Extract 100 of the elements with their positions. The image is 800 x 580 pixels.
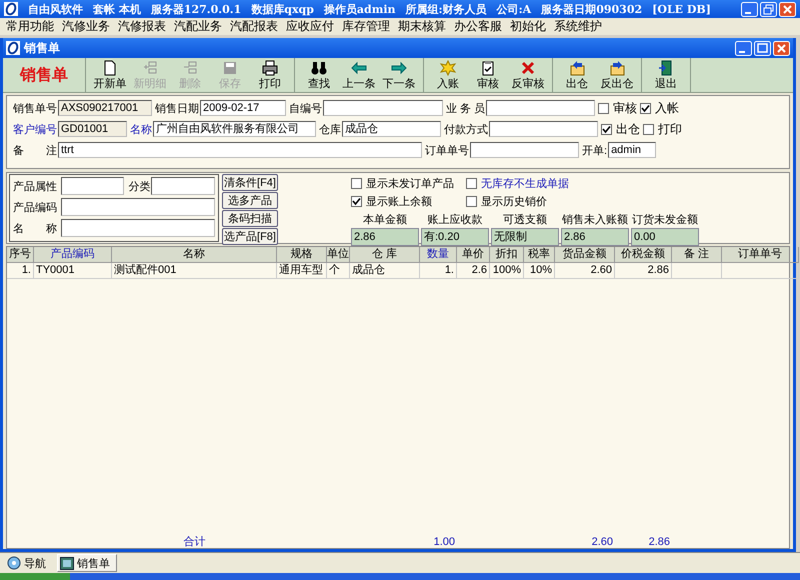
total-cell-text: 合计: [182, 536, 206, 548]
restore-icon[interactable]: [760, 2, 777, 16]
column-header[interactable]: 产品编码: [34, 247, 112, 263]
input-field[interactable]: admin: [608, 142, 656, 158]
table-cell: 1.: [7, 263, 34, 279]
title-text: 自由风软件: [28, 2, 83, 16]
close-icon[interactable]: [779, 2, 796, 16]
input-field[interactable]: [486, 100, 596, 116]
field-link[interactable]: 名称: [130, 122, 152, 136]
input-field[interactable]: ttrt: [58, 142, 422, 158]
toolbar-button[interactable]: 入账: [428, 58, 468, 92]
field-label: 开单:: [582, 144, 608, 158]
toolbar-button[interactable]: 审核: [468, 58, 508, 92]
checkbox[interactable]: [601, 124, 612, 134]
menu-item[interactable]: 汽配报表: [226, 18, 282, 35]
column-header[interactable]: 规格: [277, 247, 327, 263]
logo-icon: [6, 41, 20, 55]
toolbar-button[interactable]: 开新单: [90, 58, 130, 92]
input-field[interactable]: [61, 177, 124, 195]
minimize-icon[interactable]: [741, 2, 758, 16]
summary-label: 销售未入账额: [561, 212, 629, 227]
column-header[interactable]: 数量: [420, 247, 457, 263]
input-field[interactable]: [323, 100, 443, 116]
toolbar-button[interactable]: 退出: [646, 58, 686, 92]
input-field[interactable]: 成品仓: [342, 121, 441, 137]
checkbox[interactable]: [466, 178, 477, 189]
input-field[interactable]: [489, 121, 598, 137]
column-header[interactable]: 单位: [327, 247, 350, 263]
close-icon[interactable]: [773, 40, 790, 56]
column-header[interactable]: 货品金额: [555, 247, 615, 263]
input-field[interactable]: 广州自由风软件服务有限公司: [153, 121, 316, 137]
summary-label: 订货未发金额: [631, 212, 699, 227]
toolbar-button[interactable]: 查找: [299, 58, 339, 92]
summary-value: 有:0.20: [421, 228, 489, 246]
input-field[interactable]: [61, 198, 215, 216]
filter-button[interactable]: 选多产品: [222, 192, 278, 209]
maximize-icon[interactable]: [754, 40, 771, 56]
field-link[interactable]: 客户编号: [13, 122, 57, 136]
input-field[interactable]: 2009-02-17: [200, 100, 286, 116]
box-arrow-icon: [608, 60, 626, 76]
toolbar-button[interactable]: 出仓: [557, 58, 597, 92]
menu-item[interactable]: 汽修报表: [114, 18, 170, 35]
column-header[interactable]: 仓 库: [350, 247, 420, 263]
checkbox[interactable]: [351, 196, 362, 207]
input-field[interactable]: [61, 219, 215, 237]
toolbar-button[interactable]: 打印: [250, 58, 290, 92]
checkbox[interactable]: [640, 102, 652, 114]
column-header[interactable]: 名称: [112, 247, 277, 263]
toolbar-button[interactable]: 下一条: [379, 58, 419, 92]
input-field[interactable]: GD01001: [58, 121, 127, 137]
filter-button[interactable]: 条码扫描: [222, 210, 278, 227]
menu-item[interactable]: 库存管理: [338, 18, 394, 35]
table-cell: 测试配件001: [112, 263, 277, 279]
toolbar-button[interactable]: 反审核: [508, 58, 548, 92]
table-cell: 2.60: [555, 263, 615, 279]
column-header[interactable]: 单价: [457, 247, 490, 263]
checkbox[interactable]: [643, 124, 654, 134]
column-header[interactable]: 序号: [7, 247, 34, 263]
column-header[interactable]: 备 注: [672, 247, 722, 263]
column-header[interactable]: 订单单号: [722, 247, 799, 263]
taskbar-button[interactable]: 销售单: [57, 554, 117, 572]
menu-item[interactable]: 初始化: [506, 18, 550, 35]
field-label: 自编号: [289, 102, 322, 116]
checkbox[interactable]: [466, 196, 477, 207]
summary-value: 无限制: [491, 228, 559, 246]
toolbar-button[interactable]: 反出仓: [597, 58, 637, 92]
title-text: 操作员admin: [324, 2, 396, 16]
column-header[interactable]: 价税金额: [615, 247, 672, 263]
option-label: 无库存不生成单据: [481, 176, 569, 191]
summary-label: 可透支额: [502, 212, 548, 227]
table-cell: 1.: [420, 263, 457, 279]
menu-item[interactable]: 办公客服: [450, 18, 506, 35]
row-insert-icon: [141, 60, 159, 76]
checkbox[interactable]: [351, 178, 362, 189]
column-header[interactable]: 税率: [524, 247, 555, 263]
menu-item[interactable]: 应收应付: [282, 18, 338, 35]
start-button[interactable]: [0, 573, 70, 580]
input-field[interactable]: AXS090217001: [58, 100, 152, 116]
input-field[interactable]: [150, 177, 215, 195]
field-label: 产品属性: [13, 180, 58, 194]
field-label: 订单单号: [425, 144, 469, 158]
checkbox-label: 审核: [613, 100, 638, 116]
menu-item[interactable]: 汽配业务: [170, 18, 226, 35]
filter-button[interactable]: 清条件[F4]: [222, 174, 278, 191]
title-text: 套帐 本机: [93, 2, 141, 16]
filter-button[interactable]: 选产品[F8]: [222, 228, 278, 245]
menu-item[interactable]: 常用功能: [2, 18, 58, 35]
title-text: 所属组:财务人员: [406, 2, 487, 16]
menu-item[interactable]: 系统维护: [550, 18, 606, 35]
taskbar-button[interactable]: 导航: [4, 554, 53, 572]
checkbox[interactable]: [598, 102, 610, 114]
menu-item[interactable]: 汽修业务: [58, 18, 114, 35]
minimize-icon[interactable]: [735, 40, 752, 56]
title-text: 服务器127.0.0.1: [150, 2, 242, 16]
menu-item[interactable]: 期末核算: [394, 18, 450, 35]
input-field[interactable]: [470, 142, 579, 158]
printer-icon: [261, 60, 279, 76]
toolbar-button[interactable]: 上一条: [339, 58, 379, 92]
column-header[interactable]: 折扣: [490, 247, 524, 263]
option-label: 显示账上余额: [366, 194, 432, 209]
